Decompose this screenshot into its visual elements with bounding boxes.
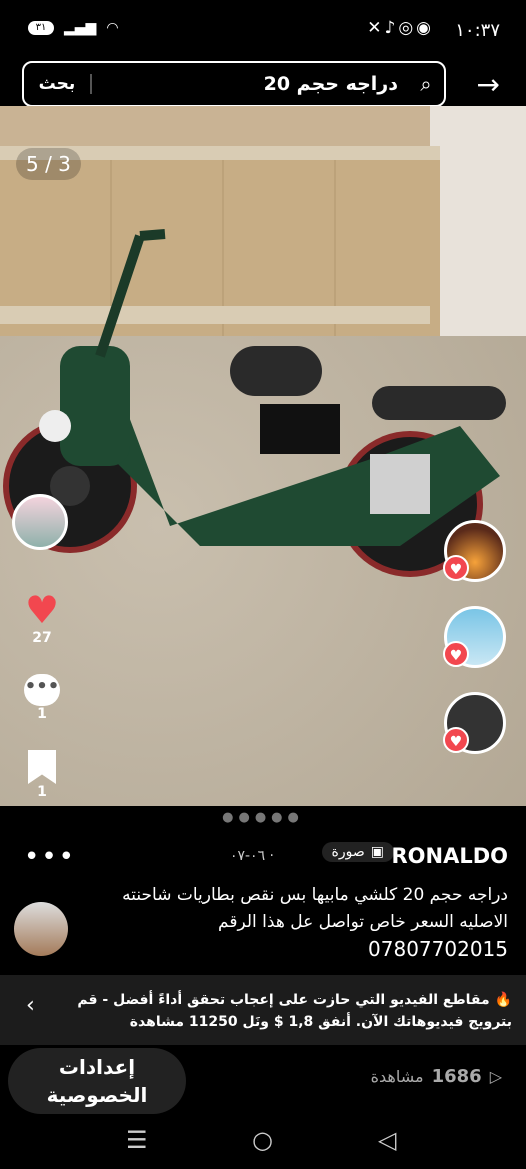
post-type-badge: صورة ▣ xyxy=(321,842,394,862)
views-number: 1686 xyxy=(431,1066,482,1087)
comment-icon[interactable]: ••• xyxy=(24,674,60,706)
heart-icon: ♥ xyxy=(443,641,469,667)
clock: ١٠:٣٧ xyxy=(455,20,500,41)
author-avatar[interactable] xyxy=(14,902,68,956)
wifi-icon: ◠ xyxy=(106,20,119,36)
comment-count: 1 xyxy=(37,706,47,722)
chevron-left-icon[interactable]: ‹ xyxy=(26,993,35,1018)
privacy-line-2: الخصوصية xyxy=(46,1083,148,1107)
reaction-thumb[interactable]: ♥ xyxy=(443,520,506,582)
status-left: ٣١ ▂▄▆ ◠ xyxy=(28,20,119,36)
search-button[interactable]: بحث xyxy=(24,74,92,94)
back-arrow-icon[interactable]: → xyxy=(477,68,500,101)
pager-dots: ●●●●● xyxy=(0,810,526,825)
back-icon[interactable]: ◁ xyxy=(378,1126,396,1154)
battery-icon: ٣١ xyxy=(28,21,54,35)
play-icon: ▷ xyxy=(489,1067,502,1086)
search-icon: ⌕ xyxy=(420,72,432,96)
author-name[interactable]: RONALDO xyxy=(391,844,508,868)
reactions-rail: ♥ ♥ ♥ xyxy=(443,520,508,778)
post-description: دراجه حجم 20 كلشي مابيها بس نقص بطاريات … xyxy=(98,882,508,965)
save-count: 1 xyxy=(37,784,47,800)
like-heart-icon[interactable]: ♥ xyxy=(12,590,72,630)
top-bar: بحث دراجه حجم 20 ⌕ → xyxy=(0,60,526,110)
phone-number: 07807702015 xyxy=(368,937,508,961)
bottom-bar: إعدادات الخصوصية ▷ 1686 مشاهدة xyxy=(0,1046,526,1116)
fire-icon: 🔥 xyxy=(494,992,512,1008)
system-nav-bar: ☰ ○ ◁ xyxy=(0,1116,526,1169)
post-type-label: صورة xyxy=(331,844,365,860)
photo-icon: ▣ xyxy=(370,844,384,860)
more-options-icon[interactable]: ••• xyxy=(24,842,76,872)
notification-icons: ✕♪◎◉ xyxy=(367,18,434,38)
heart-icon: ♥ xyxy=(443,555,469,581)
promotion-text-content: مقاطع الفيديو التي حازت على إعجاب تحقق أ… xyxy=(77,992,512,1030)
home-icon[interactable]: ○ xyxy=(252,1126,273,1154)
image-counter: 5 / 3 xyxy=(16,148,81,180)
privacy-settings-button[interactable]: إعدادات الخصوصية xyxy=(8,1048,186,1114)
post-date: ٠٦-٠٧ · xyxy=(229,848,274,864)
search-query[interactable]: دراجه حجم 20 xyxy=(92,73,408,95)
like-count: 27 xyxy=(32,630,52,646)
pager-dots-glyphs: ●●●●● xyxy=(222,810,304,825)
views-label: مشاهدة xyxy=(370,1067,424,1086)
promotion-banner[interactable]: 🔥 مقاطع الفيديو التي حازت على إعجاب تحقق… xyxy=(0,975,526,1045)
promotion-text: 🔥 مقاطع الفيديو التي حازت على إعجاب تحقق… xyxy=(42,989,512,1033)
search-bar[interactable]: بحث دراجه حجم 20 ⌕ xyxy=(22,61,446,107)
heart-icon: ♥ xyxy=(443,727,469,753)
reaction-thumb[interactable]: ♥ xyxy=(443,692,506,754)
views-count: ▷ 1686 مشاهدة xyxy=(371,1066,502,1087)
description-text: دراجه حجم 20 كلشي مابيها بس نقص بطاريات … xyxy=(122,885,508,932)
privacy-line-1: إعدادات xyxy=(58,1055,136,1079)
author-thumbnail[interactable] xyxy=(12,494,68,550)
action-rail: ♥ 27 ••• 1 1 xyxy=(12,494,72,800)
recents-icon[interactable]: ☰ xyxy=(126,1126,148,1154)
reaction-thumb[interactable]: ♥ xyxy=(443,606,506,668)
signal-icon: ▂▄▆ xyxy=(64,20,97,36)
bookmark-icon[interactable] xyxy=(28,750,56,784)
status-bar: ٣١ ▂▄▆ ◠ ✕♪◎◉ ١٠:٣٧ xyxy=(0,0,526,60)
